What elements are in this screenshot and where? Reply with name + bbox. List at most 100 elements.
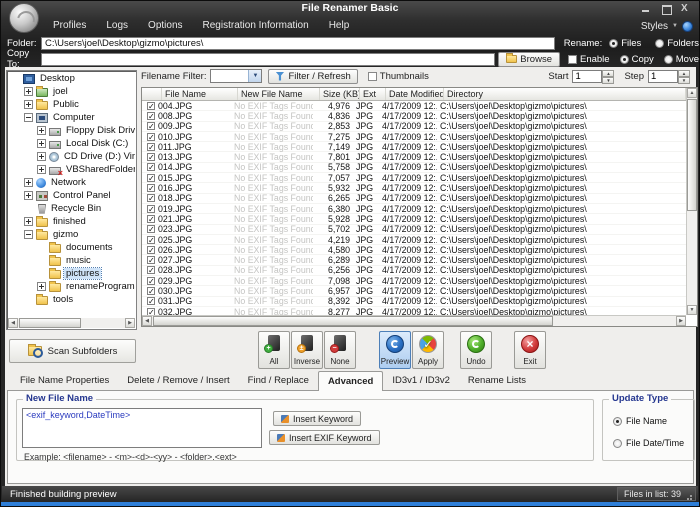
- file-row[interactable]: ✓027.JPGNo EXIF Tags Found6,289JPG4/17/2…: [142, 255, 686, 265]
- row-checkbox[interactable]: ✓: [147, 246, 155, 254]
- copy-option[interactable]: Copy: [620, 54, 654, 65]
- insert-exif-keyword-button[interactable]: Insert EXIF Keyword: [269, 430, 380, 445]
- expander-plus-icon[interactable]: [24, 191, 33, 200]
- expander-minus-icon[interactable]: [24, 230, 33, 239]
- tree-item-network[interactable]: Network: [8, 176, 135, 189]
- tree-scroll-thumb[interactable]: [19, 318, 81, 328]
- styles-menu[interactable]: Styles: [641, 21, 668, 32]
- menu-item-registration-information[interactable]: Registration Information: [193, 17, 319, 35]
- file-row[interactable]: ✓013.JPGNo EXIF Tags Found7,801JPG4/17/2…: [142, 152, 686, 162]
- start-input[interactable]: [572, 70, 602, 83]
- tree-item-cd-drive-d-virtualbox-guest[interactable]: CD Drive (D:) VirtualBox Guest: [8, 150, 135, 163]
- file-datetime-radio[interactable]: [613, 439, 622, 448]
- help-orb-icon[interactable]: [682, 21, 693, 32]
- tree-item-local-disk-c[interactable]: Local Disk (C:): [8, 137, 135, 150]
- row-checkbox[interactable]: ✓: [147, 133, 155, 141]
- expander-plus-icon[interactable]: [37, 165, 46, 174]
- tab-rename-lists[interactable]: Rename Lists: [459, 372, 535, 390]
- tree-item-finished[interactable]: finished: [8, 215, 135, 228]
- row-checkbox[interactable]: ✓: [147, 205, 155, 213]
- folder-path-input[interactable]: [41, 37, 555, 50]
- table-horizontal-scrollbar[interactable]: ◀ ▶: [142, 315, 686, 326]
- menu-item-logs[interactable]: Logs: [96, 17, 138, 35]
- start-spin-buttons[interactable]: ▲▼: [602, 70, 614, 83]
- row-checkbox[interactable]: ✓: [147, 225, 155, 233]
- scroll-down-icon[interactable]: ▼: [687, 305, 697, 315]
- step-stepper[interactable]: ▲▼: [648, 70, 690, 83]
- tree-item-desktop[interactable]: Desktop: [8, 72, 135, 85]
- tree-item-pictures[interactable]: pictures: [8, 267, 135, 280]
- scroll-right-icon[interactable]: ▶: [125, 318, 135, 328]
- file-name-radio[interactable]: [613, 417, 622, 426]
- scroll-up-icon[interactable]: ▲: [687, 88, 697, 98]
- expander-minus-icon[interactable]: [24, 113, 33, 122]
- row-checkbox[interactable]: ✓: [147, 215, 155, 223]
- tree-item-vbsharedfolder-vboxsvr-z[interactable]: VBSharedFolder (\\vboxsvr) (Z: [8, 163, 135, 176]
- preview-button[interactable]: Preview: [379, 331, 411, 369]
- row-checkbox[interactable]: ✓: [147, 266, 155, 274]
- column-header-directory[interactable]: Directory: [444, 88, 686, 100]
- menu-item-help[interactable]: Help: [319, 17, 360, 35]
- row-checkbox[interactable]: ✓: [147, 236, 155, 244]
- file-row[interactable]: ✓021.JPGNo EXIF Tags Found5,928JPG4/17/2…: [142, 214, 686, 224]
- none-button[interactable]: −None: [324, 331, 356, 369]
- row-checkbox[interactable]: ✓: [147, 163, 155, 171]
- enable-option[interactable]: Enable: [568, 54, 610, 65]
- move-option[interactable]: Move: [664, 54, 699, 65]
- file-row[interactable]: ✓018.JPGNo EXIF Tags Found6,265JPG4/17/2…: [142, 194, 686, 204]
- expander-plus-icon[interactable]: [24, 87, 33, 96]
- column-header-new-file-name[interactable]: New File Name: [238, 88, 320, 100]
- expander-plus-icon[interactable]: [37, 139, 46, 148]
- maximize-button[interactable]: [661, 5, 671, 13]
- tree-item-recycle-bin[interactable]: Recycle Bin: [8, 202, 135, 215]
- file-row[interactable]: ✓010.JPGNo EXIF Tags Found7,275JPG4/17/2…: [142, 132, 686, 142]
- files-radio[interactable]: [609, 39, 618, 48]
- tree-item-joel[interactable]: joel: [8, 85, 135, 98]
- file-row[interactable]: ✓023.JPGNo EXIF Tags Found5,702JPG4/17/2…: [142, 225, 686, 235]
- row-checkbox[interactable]: ✓: [147, 277, 155, 285]
- copy-to-input[interactable]: [41, 53, 495, 66]
- row-checkbox[interactable]: ✓: [147, 184, 155, 192]
- scan-subfolders-button[interactable]: Scan Subfolders: [9, 339, 136, 363]
- file-row[interactable]: ✓025.JPGNo EXIF Tags Found4,219JPG4/17/2…: [142, 235, 686, 245]
- rename-folders-option[interactable]: Folders: [655, 38, 699, 49]
- row-checkbox[interactable]: ✓: [147, 174, 155, 182]
- thumbnails-checkbox[interactable]: [368, 72, 377, 81]
- copy-radio[interactable]: [620, 55, 629, 64]
- file-row[interactable]: ✓008.JPGNo EXIF Tags Found4,836JPG4/17/2…: [142, 111, 686, 121]
- file-row[interactable]: ✓011.JPGNo EXIF Tags Found7,149JPG4/17/2…: [142, 142, 686, 152]
- expander-plus-icon[interactable]: [37, 152, 46, 161]
- row-checkbox[interactable]: ✓: [147, 297, 155, 305]
- expander-plus-icon[interactable]: [24, 178, 33, 187]
- tab-file-name-properties[interactable]: File Name Properties: [11, 372, 118, 390]
- menu-item-profiles[interactable]: Profiles: [43, 17, 96, 35]
- spin-up-icon[interactable]: ▲: [602, 70, 614, 77]
- scroll-left-icon[interactable]: ◀: [142, 316, 152, 326]
- row-checkbox[interactable]: ✓: [147, 194, 155, 202]
- tab-id3v1-id3v2[interactable]: ID3v1 / ID3v2: [383, 372, 459, 390]
- close-button[interactable]: X: [681, 5, 691, 13]
- update-type-file-datetime-option[interactable]: File Date/Time: [613, 438, 684, 448]
- title-bar[interactable]: File Renamer Basic X: [1, 1, 699, 17]
- start-stepper[interactable]: ▲▼: [572, 70, 614, 83]
- row-checkbox[interactable]: ✓: [147, 256, 155, 264]
- column-header-file-name[interactable]: File Name: [162, 88, 238, 100]
- file-row[interactable]: ✓032.JPGNo EXIF Tags Found8,277JPG4/17/2…: [142, 307, 686, 315]
- tree-item-floppy-disk-drive-a[interactable]: Floppy Disk Drive (A:): [8, 124, 135, 137]
- tree-item-computer[interactable]: Computer: [8, 111, 135, 124]
- file-row[interactable]: ✓019.JPGNo EXIF Tags Found6,380JPG4/17/2…: [142, 204, 686, 214]
- browse-button[interactable]: Browse: [498, 52, 560, 67]
- inverse-button[interactable]: ±Inverse: [291, 331, 323, 369]
- file-row[interactable]: ✓014.JPGNo EXIF Tags Found5,758JPG4/17/2…: [142, 163, 686, 173]
- expander-plus-icon[interactable]: [24, 217, 33, 226]
- expander-plus-icon[interactable]: [37, 126, 46, 135]
- step-input[interactable]: [648, 70, 678, 83]
- tree-item-music[interactable]: music: [8, 254, 135, 267]
- table-vertical-scrollbar[interactable]: ▲ ▼: [686, 88, 697, 315]
- file-row[interactable]: ✓016.JPGNo EXIF Tags Found5,932JPG4/17/2…: [142, 183, 686, 193]
- tree-item-control-panel[interactable]: Control Panel: [8, 189, 135, 202]
- row-checkbox[interactable]: ✓: [147, 102, 155, 110]
- folders-radio[interactable]: [655, 39, 664, 48]
- vertical-scroll-thumb[interactable]: [687, 99, 697, 211]
- filter-refresh-button[interactable]: Filter / Refresh: [268, 69, 357, 84]
